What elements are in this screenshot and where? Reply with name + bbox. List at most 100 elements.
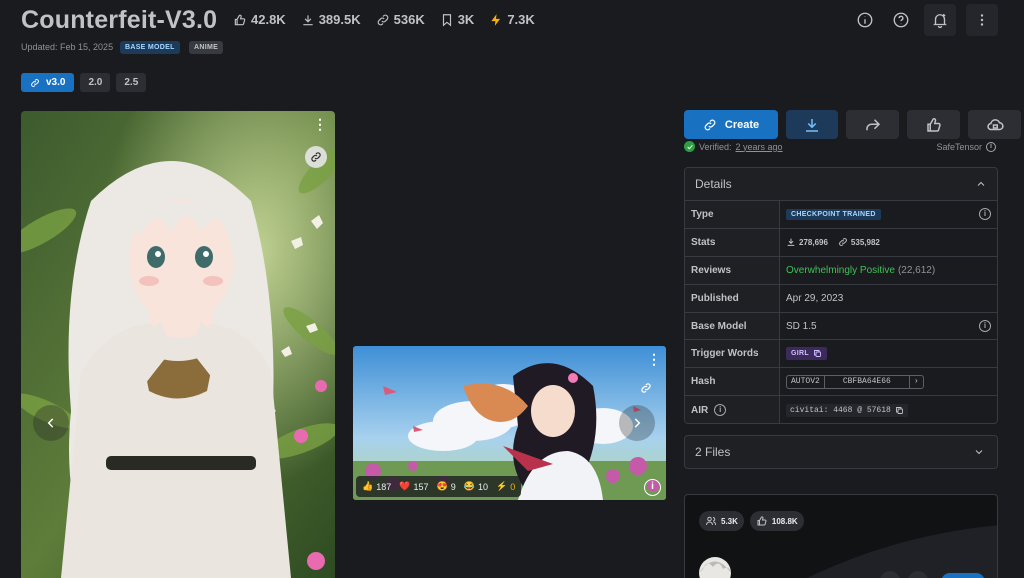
header-actions — [852, 4, 998, 36]
cloud-save-button[interactable] — [968, 110, 1021, 139]
detail-label: Type — [685, 201, 780, 228]
links-value: 535,982 — [850, 237, 880, 247]
image-link-icon[interactable] — [637, 379, 655, 397]
files-label: 2 Files — [695, 445, 731, 459]
info-icon[interactable] — [852, 7, 878, 33]
followers-stat: 5.3K — [699, 511, 744, 531]
downloads-stat: 389.5K — [301, 12, 361, 27]
more-options-icon[interactable] — [966, 4, 998, 36]
trigger-word-badge[interactable]: GIRL — [786, 347, 827, 361]
creator-likes-stat: 108.8K — [749, 511, 804, 531]
bolt-emoji-icon: ⚡ — [495, 481, 508, 491]
help-icon[interactable] — [888, 7, 914, 33]
reaction-count: 187 — [376, 481, 392, 492]
detail-label: Base Model — [685, 312, 780, 340]
format-label: SafeTensor — [936, 142, 982, 152]
detail-label: Stats — [685, 228, 780, 256]
base-model-info-icon[interactable]: i — [979, 320, 991, 332]
heart-eyes-emoji-icon: 😍 — [436, 481, 448, 491]
detail-row-hash: Hash AUTOV2 CBFBA64E66 › — [685, 368, 997, 397]
reaction-count: 9 — [450, 481, 456, 492]
hash-type: AUTOV2 — [787, 375, 825, 388]
secondary-preview-image[interactable]: ⋮ 👍 187 ❤️ 157 😍 9 😂 10 ⚡ 0 i — [353, 346, 666, 500]
file-format: SafeTensor i — [936, 142, 996, 152]
detail-row-published: Published Apr 29, 2023 — [685, 284, 997, 313]
create-button[interactable]: Create — [684, 110, 778, 139]
bolt-icon — [489, 13, 503, 27]
tag-anime[interactable]: ANIME — [189, 41, 224, 54]
image-link-icon[interactable] — [305, 146, 327, 168]
download-icon — [787, 238, 795, 247]
type-badge: CHECKPOINT TRAINED — [786, 208, 881, 220]
main-preview-image[interactable]: ⋮ — [21, 111, 335, 578]
reaction-love-eyes[interactable]: 😍 9 — [437, 481, 456, 492]
link-icon — [376, 13, 390, 27]
air-info-icon[interactable]: i — [714, 404, 727, 417]
links-stat: 535,982 — [838, 237, 880, 247]
reviews-count: (22,612) — [897, 264, 936, 276]
verified-status: Verified: 2 years ago — [684, 141, 783, 152]
files-accordion[interactable]: 2 Files — [684, 435, 998, 469]
image-menu-icon[interactable]: ⋮ — [647, 352, 661, 366]
detail-label: Trigger Words — [685, 340, 780, 368]
reaction-buzz[interactable]: ⚡ 0 — [496, 481, 515, 492]
buzz-count: 7.3K — [507, 12, 535, 27]
likes-count: 42.8K — [251, 12, 286, 27]
verified-time[interactable]: 2 years ago — [736, 142, 783, 152]
downloads-count: 389.5K — [318, 12, 361, 27]
gallery-next-arrow-icon[interactable] — [619, 405, 655, 441]
version-tab-2-5[interactable]: 2.5 — [116, 73, 147, 92]
type-info-icon[interactable]: i — [979, 208, 991, 221]
air-value-box[interactable]: civitai: 4468 @ 57618 — [786, 403, 908, 417]
chevron-down-icon — [973, 446, 985, 458]
chevron-right-icon[interactable]: › — [910, 377, 923, 386]
tag-base-model[interactable]: BASE MODEL — [120, 41, 180, 54]
reaction-count: 0 — [510, 481, 516, 492]
base-model-value: SD 1.5 — [786, 320, 817, 332]
reaction-bar: 👍 187 ❤️ 157 😍 9 😂 10 ⚡ 0 — [356, 476, 522, 497]
like-button[interactable] — [907, 110, 960, 139]
link-icon — [703, 118, 717, 132]
bookmarks-count: 3K — [457, 12, 475, 27]
details-header[interactable]: Details — [685, 168, 997, 201]
download-button[interactable] — [786, 110, 838, 139]
creator-banner — [699, 525, 997, 578]
detail-label: AIR i — [685, 396, 780, 423]
version-tab-2-0[interactable]: 2.0 — [80, 73, 111, 92]
chevron-up-icon — [975, 178, 987, 190]
hash-box[interactable]: AUTOV2 CBFBA64E66 › — [786, 374, 924, 389]
image-menu-icon[interactable]: ⋮ — [313, 117, 327, 131]
reaction-laugh[interactable]: 😂 10 — [464, 481, 488, 492]
buzz-stat: 7.3K — [489, 12, 535, 27]
reviews-rating[interactable]: Overwhelmingly Positive — [786, 265, 895, 276]
reaction-count: 10 — [477, 481, 488, 492]
laugh-emoji-icon: 😂 — [463, 481, 475, 491]
detail-row-base-model: Base Model SD 1.5 i — [685, 312, 997, 341]
gallery-prev-arrow-icon[interactable] — [33, 405, 69, 441]
create-label: Create — [724, 118, 760, 131]
reaction-like[interactable]: 👍 187 — [362, 481, 391, 492]
copy-icon — [813, 350, 821, 358]
links-stat: 536K — [376, 12, 425, 27]
version-tabs: v3.0 2.0 2.5 — [21, 73, 147, 92]
cloud-lock-icon — [986, 116, 1004, 134]
air-label: AIR — [691, 404, 709, 416]
reaction-count: 157 — [413, 481, 429, 492]
format-info-icon[interactable]: i — [986, 142, 996, 152]
links-count: 536K — [393, 12, 425, 27]
detail-row-type: Type CHECKPOINT TRAINED i — [685, 201, 997, 229]
version-tab-v3[interactable]: v3.0 — [21, 73, 75, 92]
trigger-word: GIRL — [791, 350, 809, 358]
share-button[interactable] — [846, 110, 899, 139]
creator-stats: 5.3K 108.8K — [699, 511, 804, 531]
link-icon — [839, 238, 847, 247]
notify-bell-icon[interactable] — [924, 4, 956, 36]
image-info-icon[interactable]: i — [644, 479, 661, 496]
reaction-heart[interactable]: ❤️ 157 — [399, 481, 428, 492]
published-date: Apr 29, 2023 — [786, 292, 844, 304]
thumbs-up-icon — [925, 116, 943, 134]
thumbs-up-icon — [233, 13, 247, 27]
detail-label: Published — [685, 284, 780, 312]
users-icon — [706, 516, 717, 526]
details-panel: Details Type CHECKPOINT TRAINED i Stats … — [684, 167, 998, 424]
